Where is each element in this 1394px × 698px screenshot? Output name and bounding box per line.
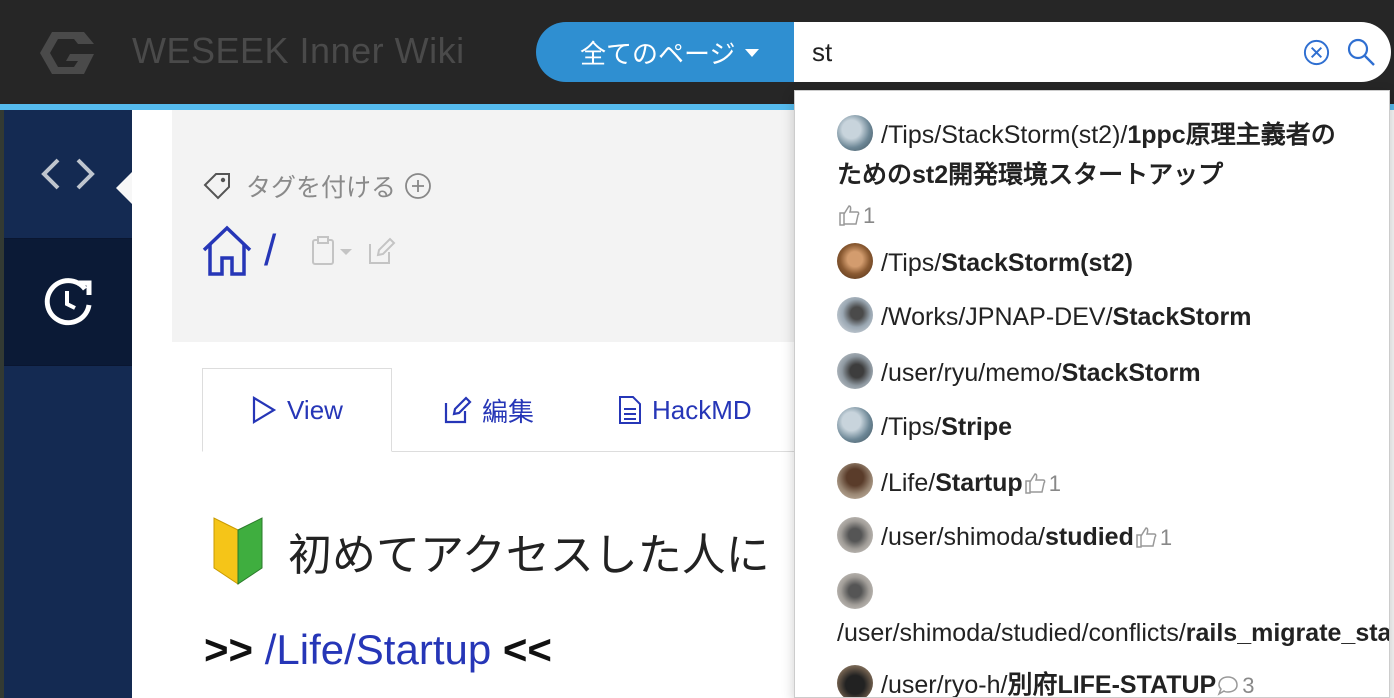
result-path: /Works/JPNAP-DEV/ (881, 303, 1113, 331)
result-path: /Life/ (881, 469, 936, 497)
thumbs-up-icon (839, 205, 860, 226)
sidebar-active-pointer (116, 172, 132, 204)
search-result-item[interactable]: /user/ryo-h/別府LIFE-STATUP 3 (837, 665, 1357, 698)
like-count: 1 (1134, 525, 1172, 550)
like-count-value: 1 (1048, 471, 1061, 496)
like-count-value: 1 (1159, 525, 1173, 550)
result-path: /Tips/StackStorm(st2)/ (881, 121, 1128, 149)
avatar (837, 115, 873, 152)
plus-circle-icon (405, 173, 431, 199)
history-icon (44, 278, 92, 326)
avatar (837, 665, 873, 697)
result-page-name: StackStorm (1112, 303, 1252, 331)
result-page-name: studied (1044, 523, 1134, 551)
tag-icon (203, 173, 230, 200)
avatar (837, 353, 873, 390)
clear-search-icon[interactable] (1302, 38, 1331, 67)
search-result-item[interactable]: /user/shimoda/studied 1 (837, 517, 1357, 558)
avatar (837, 407, 873, 444)
sidebar-recent-changes-button[interactable] (4, 238, 132, 366)
avatar (837, 243, 873, 280)
tab-view[interactable]: View (202, 368, 392, 452)
heading-text: 初めてアクセスした人に (288, 531, 770, 580)
result-page-name: Stripe (941, 413, 1013, 441)
avatar (837, 573, 873, 610)
result-page-name: StackStorm (1061, 359, 1201, 387)
breadcrumb-root-link[interactable]: / (264, 226, 276, 276)
startup-prefix: >> (204, 626, 265, 673)
result-page-name: rails_migrate_status (1185, 619, 1390, 647)
result-path: /user/shimoda/studied/conflicts/ (837, 619, 1186, 647)
file-text-icon (619, 396, 641, 424)
comment-icon (1217, 676, 1238, 696)
main-left-gutter (132, 110, 172, 698)
comment-count: 3 (1216, 673, 1255, 698)
sidebar-custom-button[interactable] (4, 110, 132, 238)
result-path: /user/ryu/memo/ (881, 359, 1062, 387)
avatar (837, 297, 873, 334)
search-result-item[interactable]: /user/ryu/memo/StackStorm (837, 353, 1357, 393)
search-result-item[interactable]: /Works/JPNAP-DEV/StackStorm (837, 297, 1357, 337)
like-count-value: 1 (863, 203, 876, 228)
thumbs-up-icon (1024, 473, 1046, 494)
avatar (837, 463, 873, 500)
tab-view-label: View (287, 394, 343, 425)
result-page-name: 別府LIFE-STATUP (1007, 671, 1217, 698)
play-icon (252, 396, 277, 424)
like-count: 1 (1023, 471, 1061, 496)
startup-link[interactable]: /Life/Startup (265, 626, 491, 673)
avatar (837, 517, 873, 554)
page-heading: 初めてアクセスした人に (210, 516, 770, 586)
page-tabs: View 編集 HackMD (202, 368, 812, 452)
edit-icon (444, 396, 472, 424)
copy-clipboard-icon[interactable] (310, 236, 354, 266)
brand-title[interactable]: WESEEK Inner Wiki (132, 30, 465, 72)
comment-count-value: 3 (1242, 673, 1255, 698)
page-path-tools (310, 236, 396, 266)
add-tag-label: タグを付ける (246, 174, 397, 202)
result-path: /user/ryo-h/ (881, 671, 1008, 698)
thumbs-up-icon (1136, 527, 1157, 548)
startup-suffix: << (491, 626, 552, 673)
search-icon[interactable] (1346, 37, 1376, 67)
result-path: /user/shimoda/ (881, 523, 1045, 551)
like-count: 1 (837, 203, 875, 228)
startup-link-line: >> /Life/Startup << (204, 626, 552, 674)
result-page-name: StackStorm(st2) (941, 249, 1133, 277)
tab-edit-label: 編集 (482, 396, 535, 427)
result-page-name: Startup (935, 469, 1023, 497)
result-path: /Tips/ (881, 413, 942, 441)
caret-down-icon (745, 49, 760, 57)
tab-hackmd[interactable]: HackMD (618, 368, 752, 452)
add-tag-button[interactable]: タグを付ける (202, 168, 446, 204)
rename-page-icon[interactable] (366, 236, 396, 266)
beginner-mark-icon (213, 517, 263, 585)
tab-hackmd-label: HackMD (652, 394, 752, 425)
growi-logo-icon[interactable] (38, 28, 98, 78)
home-icon[interactable] (200, 224, 254, 278)
search-scope-label: 全てのページ (580, 38, 736, 69)
result-path: /Tips/ (881, 249, 942, 277)
search-result-item[interactable]: /user/shimoda/studied/conflicts/rails_mi… (837, 573, 1389, 653)
search-result-item[interactable]: /Life/Startup 1 (837, 463, 1357, 504)
search-result-item[interactable]: /Tips/StackStorm(st2)/1ppc原理主義者のためのst2開発… (837, 115, 1357, 236)
search-result-item[interactable]: /Tips/Stripe (837, 407, 1357, 447)
left-sidebar (4, 110, 132, 698)
search-result-item[interactable]: /Tips/StackStorm(st2) (837, 243, 1357, 283)
search-results-dropdown: /Tips/StackStorm(st2)/1ppc原理主義者のためのst2開発… (794, 90, 1390, 698)
code-icon (41, 158, 95, 190)
tab-edit[interactable]: 編集 (442, 368, 534, 452)
search-scope-dropdown[interactable]: 全てのページ (536, 22, 798, 82)
breadcrumb: / (200, 224, 276, 278)
